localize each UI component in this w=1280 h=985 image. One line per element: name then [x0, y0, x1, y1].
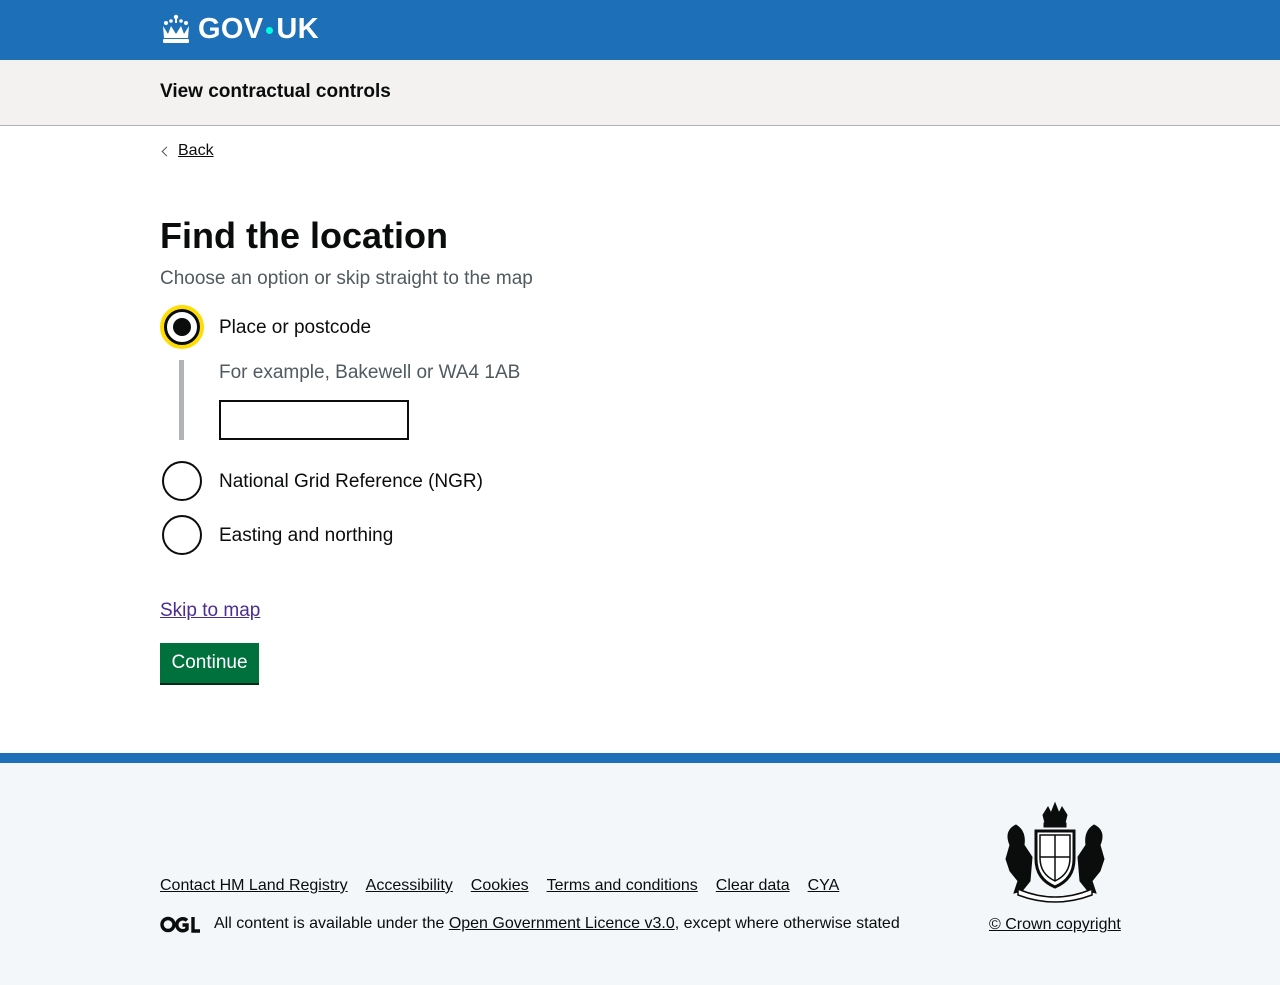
ogl-logo-icon: [160, 916, 200, 933]
govuk-logo-link[interactable]: GOV UK: [160, 11, 319, 47]
licence-suffix: , except where otherwise stated: [674, 915, 900, 932]
licence-prefix: All content is available under the: [214, 915, 449, 932]
radio-place-or-postcode[interactable]: Place or postcode: [160, 305, 371, 349]
footer-link-cya[interactable]: CYA: [808, 876, 840, 896]
radio-label: Easting and northing: [219, 524, 394, 546]
licence-link[interactable]: Open Government Licence v3.0: [449, 915, 675, 932]
licence-text: All content is available under the Open …: [214, 914, 900, 934]
service-navigation: View contractual controls: [0, 60, 1280, 126]
page-hint: Choose an option or skip straight to the…: [160, 268, 533, 289]
crown-icon: [163, 14, 189, 43]
radio-label: Place or postcode: [219, 316, 372, 338]
footer-link-accessibility[interactable]: Accessibility: [366, 876, 453, 896]
radio-label: National Grid Reference (NGR): [219, 470, 483, 492]
footer-links: Contact HM Land Registry Accessibility C…: [160, 876, 857, 896]
continue-button[interactable]: Continue: [160, 643, 259, 683]
footer-link-terms[interactable]: Terms and conditions: [547, 876, 698, 896]
logo-dot: [266, 26, 274, 34]
radio-easting-northing[interactable]: Easting and northing: [160, 515, 393, 555]
radio-button[interactable]: [162, 461, 202, 501]
crown-copyright-link[interactable]: © Crown copyright: [989, 915, 1121, 935]
location-hint: For example, Bakewell or WA4 1AB: [219, 362, 521, 383]
footer-link-clear-data[interactable]: Clear data: [716, 876, 790, 896]
licence-row: All content is available under the Open …: [160, 914, 900, 934]
footer-link-cookies[interactable]: Cookies: [471, 876, 529, 896]
logo-text-gov: GOV: [198, 13, 264, 45]
govuk-header: GOV UK: [0, 0, 1280, 60]
radio-ngr[interactable]: National Grid Reference (NGR): [160, 461, 483, 501]
logo-text-uk: UK: [276, 13, 319, 45]
skip-to-map-link[interactable]: Skip to map: [160, 598, 260, 623]
back-link[interactable]: Back: [160, 141, 214, 161]
footer-link-contact[interactable]: Contact HM Land Registry: [160, 876, 348, 896]
page-title: Find the location: [160, 215, 448, 256]
conditional-reveal-bar: [179, 360, 184, 440]
logo-text: GOV UK: [198, 11, 319, 47]
chevron-left-icon: [161, 146, 172, 156]
radio-button[interactable]: [162, 515, 202, 555]
radio-button-selected[interactable]: [160, 305, 204, 349]
back-link-label: Back: [178, 142, 214, 159]
place-or-postcode-input[interactable]: [219, 400, 409, 440]
service-name-link[interactable]: View contractual controls: [160, 81, 391, 103]
footer: Contact HM Land Registry Accessibility C…: [0, 753, 1280, 985]
royal-coat-of-arms-icon: [1005, 801, 1105, 903]
